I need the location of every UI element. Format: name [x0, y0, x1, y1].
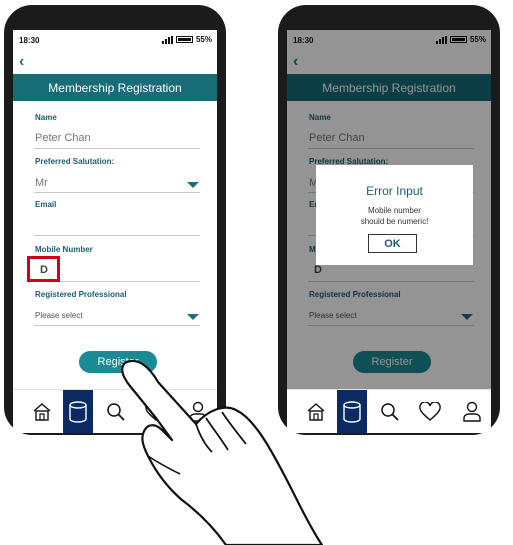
name-underline — [34, 148, 200, 149]
tab-favorites[interactable] — [141, 390, 171, 433]
signal-icon — [161, 35, 173, 44]
tab-home[interactable] — [27, 390, 57, 433]
search-icon — [381, 403, 399, 421]
ok-button[interactable]: OK — [368, 234, 417, 253]
error-dialog: Error Input Mobile number should be nume… — [316, 165, 473, 265]
heart-icon — [419, 402, 441, 421]
database-icon — [343, 401, 361, 423]
tab-search[interactable] — [101, 390, 131, 433]
dialog-message: Mobile number should be numeric! — [316, 205, 473, 227]
dialog-message-line2: should be numeric! — [360, 217, 429, 226]
heart-icon — [145, 402, 167, 421]
battery-percent: 55% — [195, 35, 212, 44]
salutation-select[interactable]: Mr — [35, 177, 48, 189]
email-underline — [34, 235, 200, 236]
home-icon — [33, 403, 51, 421]
name-field[interactable]: Peter Chan — [35, 132, 91, 144]
search-icon — [107, 403, 125, 421]
salutation-underline — [34, 192, 200, 193]
professional-underline — [34, 325, 200, 326]
page-title: Membership Registration — [13, 74, 217, 101]
error-highlight-box — [27, 256, 60, 282]
home-icon — [307, 403, 325, 421]
dialog-message-line1: Mobile number — [368, 206, 421, 215]
tab-database[interactable] — [337, 390, 367, 433]
professional-label: Registered Professional — [35, 290, 127, 299]
user-icon — [463, 401, 481, 422]
phone-frame-right: 18:30 55% ‹ Membership Registration Name… — [278, 5, 500, 435]
tab-bar — [13, 389, 217, 433]
screen-right: 18:30 55% ‹ Membership Registration Name… — [287, 30, 491, 433]
salutation-label: Preferred Salutation: — [35, 157, 115, 166]
professional-select[interactable]: Please select — [35, 311, 83, 320]
tab-favorites[interactable] — [415, 390, 445, 433]
tab-bar — [287, 389, 491, 433]
tab-profile[interactable] — [457, 390, 487, 433]
status-bar: 18:30 55% — [13, 30, 217, 50]
dialog-title: Error Input — [366, 184, 423, 198]
screen-left: 18:30 55% ‹ Membership Registration Name… — [13, 30, 217, 433]
battery-icon — [175, 36, 193, 43]
phone-frame-left: 18:30 55% ‹ Membership Registration Name… — [4, 5, 226, 435]
tab-profile[interactable] — [183, 390, 213, 433]
name-label: Name — [35, 113, 57, 122]
tab-home[interactable] — [301, 390, 331, 433]
user-icon — [189, 401, 207, 422]
email-label: Email — [35, 200, 57, 209]
chevron-down-icon[interactable] — [187, 182, 199, 188]
status-time: 18:30 — [19, 36, 40, 45]
mobile-label: Mobile Number — [35, 245, 93, 254]
database-icon — [69, 401, 87, 423]
back-chevron-icon[interactable]: ‹ — [19, 53, 24, 71]
chevron-down-icon[interactable] — [187, 314, 199, 320]
tab-database[interactable] — [63, 390, 93, 433]
tab-search[interactable] — [375, 390, 405, 433]
register-button[interactable]: Register — [79, 351, 157, 373]
